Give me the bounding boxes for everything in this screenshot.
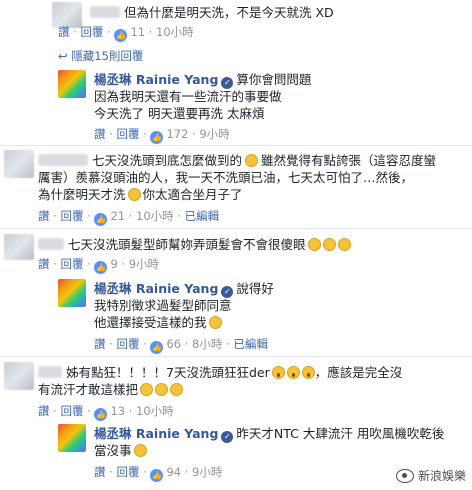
reply-line: 因為我明天還有一些流汗的事要做 — [94, 89, 282, 104]
eye-logo-icon — [395, 469, 414, 483]
flushed-emoji-icon — [170, 383, 184, 396]
reply-link[interactable]: 回覆 — [60, 404, 83, 418]
comment-line: 七天沒洗頭到底怎麼做到的 雖然覺得有點誇張（這容忍度蠻 — [92, 153, 437, 168]
divider — [0, 356, 472, 357]
thumb-up-icon: 👍 — [94, 261, 108, 274]
rainie-avatar[interactable] — [58, 279, 86, 307]
timestamp[interactable]: 9小時 — [192, 465, 222, 479]
timestamp[interactable]: 9小時 — [129, 257, 159, 271]
rolling-laugh-emoji-icon — [127, 188, 141, 201]
reply-link[interactable]: 回覆 — [116, 337, 139, 351]
flushed-emoji-icon — [155, 383, 169, 396]
rainie-avatar[interactable] — [58, 424, 86, 452]
edited-link[interactable]: 已編輯 — [185, 209, 220, 223]
like-count[interactable]: 66 — [166, 337, 181, 351]
timestamp[interactable]: 10小時 — [136, 404, 174, 418]
like-link[interactable]: 讚 — [94, 127, 106, 141]
like-link[interactable]: 讚 — [94, 337, 106, 351]
laughing-emoji-icon — [337, 238, 351, 251]
like-link[interactable]: 讚 — [94, 465, 106, 479]
commenter-avatar[interactable] — [4, 362, 34, 390]
comment-line: 姊有點狂！！！！7天沒洗頭狂狂der ，應該是完全沒 — [66, 365, 403, 380]
like-count[interactable]: 94 — [166, 465, 181, 479]
reply-body: 楊丞琳 Rainie Yang ✓ 說得好 — [94, 281, 274, 298]
laughing-emoji-icon — [307, 238, 321, 251]
like-link[interactable]: 讚 — [58, 25, 70, 39]
comment-meta: 讚 · 回覆 · 👍 9 · 9小時 — [38, 257, 160, 274]
like-link[interactable]: 讚 — [38, 257, 50, 271]
comment-line: 有流汗才敢這樣把 — [38, 381, 184, 398]
reply-line: 當沒事 — [94, 442, 147, 459]
like-link[interactable]: 讚 — [38, 209, 50, 223]
blurred-commenter-name — [38, 154, 88, 166]
divider — [0, 145, 472, 146]
comment-text: 但為什麼是明天洗，不是今天就洗 XD — [124, 5, 334, 20]
divider — [0, 228, 472, 229]
reply-link[interactable]: 回覆 — [116, 127, 139, 141]
reply-meta: 讚 · 回覆 · 👍 172 · 9小時 — [94, 127, 230, 144]
sunglasses-emoji-icon — [133, 444, 147, 457]
thumb-up-icon: 👍 — [94, 213, 108, 226]
edited-link[interactable]: 已編輯 — [233, 337, 268, 351]
screaming-emoji-icon — [271, 366, 285, 379]
blurred-commenter-name — [38, 238, 64, 250]
thumb-up-icon: 👍 — [150, 131, 164, 144]
reply-body: 楊丞琳 Rainie Yang ✓ 算你會問問題 — [94, 72, 312, 89]
person-emoji-icon — [245, 154, 259, 167]
comment-line: 為什麼明天才洗 你太適合坐月子了 — [38, 187, 243, 202]
comment-meta: 讚 · 回覆 · 👍 13 · 10小時 — [38, 404, 174, 421]
reply-line: 我特別徵求過髮型師同意 — [94, 298, 232, 313]
reply-link[interactable]: 回覆 — [80, 25, 103, 39]
like-link[interactable]: 讚 — [38, 404, 50, 418]
comment-line: 七天沒洗頭髮型師幫妳弄頭髮會不會很傻眼 — [68, 236, 351, 253]
comment-meta: 讚 · 回覆 · 👍 11 · 10小時 — [58, 25, 194, 42]
reply-author[interactable]: 楊丞琳 Rainie Yang — [94, 426, 218, 441]
thumb-up-icon: 👍 — [150, 341, 164, 354]
reply-arrow-icon: ↩ — [58, 49, 68, 63]
reply-meta: 讚 · 回覆 · 👍 94 · 9小時 — [94, 465, 223, 482]
verified-badge-icon: ✓ — [221, 431, 234, 443]
timestamp[interactable]: 10小時 — [156, 25, 194, 39]
hide-replies-link[interactable]: ↩ 隱藏15則回覆 — [58, 48, 143, 64]
screaming-emoji-icon — [286, 366, 300, 379]
like-count[interactable]: 21 — [110, 209, 125, 223]
grin-emoji-icon — [208, 316, 222, 329]
timestamp[interactable]: 10小時 — [136, 209, 174, 223]
commenter-avatar[interactable] — [4, 234, 34, 260]
comment-line: 厲害）羨慕沒頭油的人，我一天不洗頭已油，七天太可怕了…然後， — [38, 170, 414, 185]
reply-meta: 讚 · 回覆 · 👍 66 · 8小時 · 已編輯 — [94, 337, 268, 354]
thumb-up-icon: 👍 — [150, 469, 164, 482]
reply-link[interactable]: 回覆 — [116, 465, 139, 479]
flushed-emoji-icon — [140, 383, 154, 396]
reply-author[interactable]: 楊丞琳 Rainie Yang — [94, 281, 218, 296]
reply-link[interactable]: 回覆 — [60, 257, 83, 271]
blurred-commenter-name — [90, 6, 120, 18]
thumb-up-icon: 👍 — [94, 408, 108, 421]
screaming-emoji-icon — [301, 366, 315, 379]
commenter-avatar[interactable] — [4, 150, 34, 178]
timestamp[interactable]: 8小時 — [192, 337, 222, 351]
reply-body: 楊丞琳 Rainie Yang ✓ 昨天才NTC 大肆流汗 用吹風機吹乾後 — [94, 426, 445, 443]
thumb-up-icon: 👍 — [114, 29, 128, 42]
reply-line: 他還擇接受這樣的我 — [94, 314, 222, 331]
timestamp[interactable]: 9小時 — [199, 127, 229, 141]
like-count[interactable]: 9 — [110, 257, 117, 271]
watermark: 新浪娛樂 — [395, 467, 466, 484]
laughing-emoji-icon — [322, 238, 336, 251]
like-count[interactable]: 172 — [166, 127, 188, 141]
reply-line: 今天洗了 明天還要再洗 太麻煩 — [94, 106, 265, 121]
comment-meta: 讚 · 回覆 · 👍 21 · 10小時 · 已編輯 — [38, 209, 220, 226]
like-count[interactable]: 13 — [110, 404, 125, 418]
reply-author[interactable]: 楊丞琳 Rainie Yang — [94, 72, 218, 87]
rainie-avatar[interactable] — [58, 70, 86, 98]
reply-link[interactable]: 回覆 — [60, 209, 83, 223]
like-count[interactable]: 11 — [130, 25, 145, 39]
blurred-commenter-name — [38, 366, 62, 378]
